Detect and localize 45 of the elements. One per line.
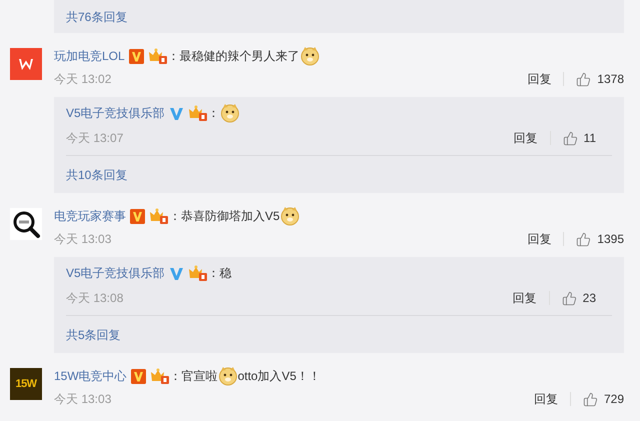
avatar[interactable]: 15W	[10, 368, 42, 400]
reply-link[interactable]: 回复	[534, 390, 558, 408]
emoji-icon	[218, 366, 238, 386]
more-replies-link[interactable]: 共10条回复	[66, 166, 128, 184]
timestamp: 今天 13:07	[66, 130, 124, 147]
user-name[interactable]: V5电子竞技俱乐部	[66, 264, 165, 282]
member-crown-icon	[150, 368, 170, 384]
comment-text: ：	[208, 105, 220, 122]
like-icon[interactable]	[576, 232, 592, 246]
user-name[interactable]: 玩加电竞LOL	[54, 47, 125, 65]
like-count: 729	[604, 391, 624, 408]
reply-link[interactable]: 回复	[527, 230, 552, 248]
avatar[interactable]	[10, 208, 42, 240]
user-name[interactable]: 15W电竞中心	[54, 367, 127, 385]
comment-text: ：恭喜防御塔加入V5	[169, 208, 280, 225]
reply-link[interactable]: 回复	[527, 70, 552, 88]
user-name[interactable]: V5电子竞技俱乐部	[66, 104, 165, 122]
member-crown-icon	[149, 208, 169, 224]
like-count: 23	[582, 290, 596, 307]
member-crown-icon	[188, 265, 208, 281]
emoji-icon	[280, 206, 300, 226]
reply-link[interactable]: 回复	[512, 289, 537, 307]
comment-text: ：最稳健的辣个男人来了	[168, 48, 300, 65]
like-icon[interactable]	[582, 392, 598, 406]
comment-text: ：官宣啦	[170, 368, 218, 385]
like-count: 1378	[597, 71, 624, 88]
comment-text: ：稳	[208, 265, 232, 282]
like-count: 11	[584, 130, 596, 147]
more-replies-link[interactable]: 共76条回复	[66, 8, 128, 26]
timestamp: 今天 13:03	[54, 391, 112, 408]
member-crown-icon	[188, 105, 208, 121]
more-replies-link[interactable]: 共5条回复	[66, 326, 121, 344]
like-icon[interactable]	[562, 130, 578, 146]
timestamp: 今天 13:03	[54, 231, 112, 248]
timestamp: 今天 13:02	[54, 71, 112, 88]
emoji-icon	[220, 103, 240, 123]
like-icon[interactable]	[562, 290, 577, 306]
timestamp: 今天 13:08	[66, 290, 124, 307]
like-count: 1395	[597, 231, 624, 248]
member-crown-icon	[148, 48, 168, 64]
like-icon[interactable]	[576, 72, 592, 86]
user-name[interactable]: 电竞玩家赛事	[54, 207, 126, 225]
comment-text: otto加入V5！！	[238, 368, 320, 385]
emoji-icon	[300, 46, 320, 66]
reply-link[interactable]: 回复	[514, 129, 538, 147]
